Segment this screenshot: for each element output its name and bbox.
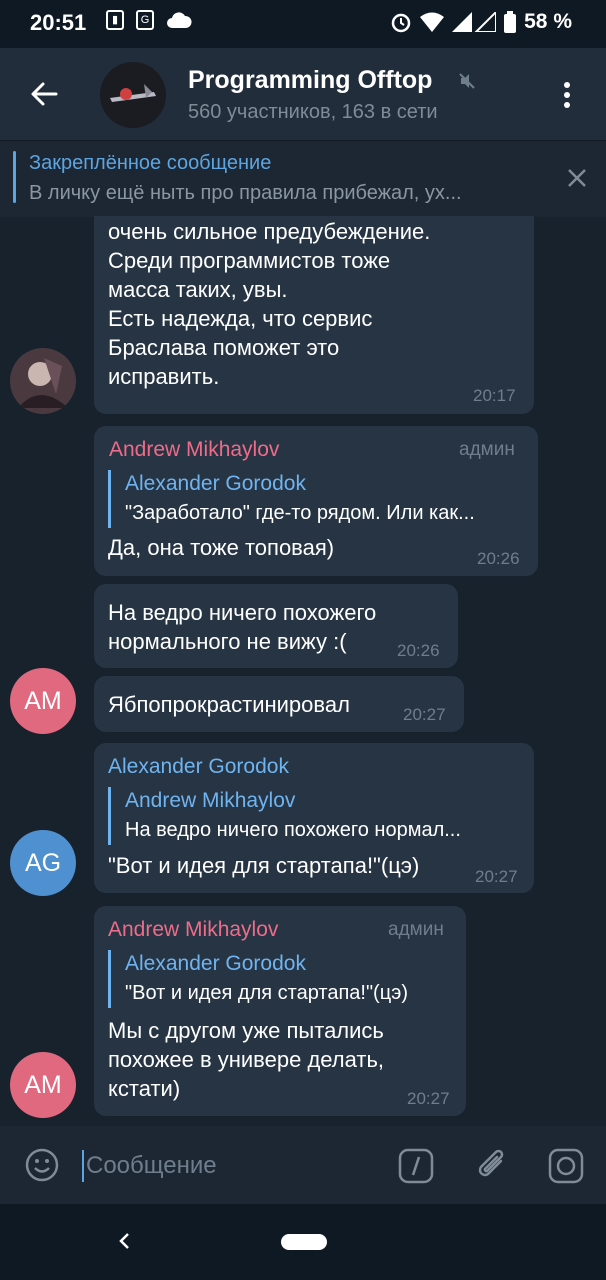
admin-badge: админ <box>459 439 515 460</box>
group-avatar[interactable] <box>100 62 166 128</box>
status-time: 20:51 <box>30 10 87 35</box>
message-bubble[interactable]: Andrew Mikhaylov админ Alexander Gorodok… <box>94 906 466 1116</box>
reply-text: "Заработало" где-то рядом. Или как... <box>125 502 475 524</box>
reply-name: Alexander Gorodok <box>125 952 306 975</box>
message-time: 20:26 <box>397 641 440 660</box>
pinned-message-bar[interactable]: Закреплённое сообщение В личку ещё ныть … <box>0 140 606 217</box>
status-right-icons: 58 % <box>390 10 572 34</box>
message-bubble[interactable]: Andrew Mikhaylov админ Alexander Gorodok… <box>94 426 538 576</box>
system-nav-bar <box>0 1204 606 1280</box>
mute-icon <box>459 73 475 89</box>
sender-name[interactable]: Andrew Mikhaylov <box>109 438 279 462</box>
message-bubble[interactable]: Ябпопрокрастинировал 20:27 <box>94 676 464 732</box>
message-time: 20:26 <box>477 549 520 568</box>
message-text: В обычных кругах "я вы сказал" очень сил… <box>108 219 431 389</box>
reply-preview[interactable]: Alexander Gorodok "Заработало" где-то ря… <box>108 470 475 528</box>
admin-badge: админ <box>388 919 444 940</box>
reply-name: Alexander Gorodok <box>125 472 306 495</box>
pinned-text: В личку ещё ныть про правила прибежал, у… <box>29 182 462 204</box>
cloud-icon <box>167 12 192 28</box>
message-text: Мы с другом уже пытались похожее в униве… <box>108 1018 385 1101</box>
alarm-icon <box>391 13 411 33</box>
message-text: На ведро ничего похожего нормального не … <box>108 600 377 654</box>
battery-icon <box>504 11 517 33</box>
message-time: 20:27 <box>403 705 446 724</box>
reply-name: Andrew Mikhaylov <box>125 789 296 812</box>
text-caret <box>82 1150 84 1182</box>
chat-area[interactable]: В обычных кругах "я вы сказал" очень сил… <box>0 216 606 1126</box>
more-vert-icon[interactable] <box>564 82 570 112</box>
message-bubble[interactable]: Alexander Gorodok Andrew Mikhaylov На ве… <box>94 743 534 893</box>
message-input-bar <box>0 1126 606 1204</box>
status-bar: 20:51 ▮ G 58 % <box>0 0 606 48</box>
avatar[interactable]: AG <box>10 830 76 896</box>
nav-back-icon[interactable] <box>114 1230 136 1252</box>
sim-icon: ▮ <box>106 10 124 30</box>
sender-name[interactable]: Andrew Mikhaylov <box>108 918 278 942</box>
battery-percent: 58 % <box>524 10 572 33</box>
back-arrow-icon[interactable] <box>28 78 60 110</box>
camera-icon[interactable] <box>548 1148 584 1184</box>
message-text: "Вот и идея для стартапа!"(цэ) <box>108 853 420 878</box>
reply-preview[interactable]: Alexander Gorodok "Вот и идея для старта… <box>108 950 408 1008</box>
pinned-title: Закреплённое сообщение <box>29 152 272 174</box>
message-time: 20:27 <box>475 867 518 886</box>
attach-icon[interactable] <box>474 1146 510 1184</box>
translate-icon: G <box>136 10 154 30</box>
group-title[interactable]: Programming Offtop <box>188 66 432 95</box>
reply-preview[interactable]: Andrew Mikhaylov На ведро ничего похожег… <box>108 787 461 845</box>
message-time: 20:27 <box>407 1089 450 1108</box>
avatar[interactable]: AM <box>10 1052 76 1118</box>
avatar[interactable] <box>10 348 76 414</box>
group-subtitle: 560 участников, 163 в сети <box>188 101 438 123</box>
pinned-accent-line <box>13 151 16 203</box>
emoji-icon[interactable] <box>25 1148 59 1182</box>
reply-text: "Вот и идея для стартапа!"(цэ) <box>125 982 409 1004</box>
wifi-icon <box>420 12 445 32</box>
signal-icon <box>452 12 497 32</box>
message-bubble[interactable]: На ведро ничего похожего нормального не … <box>94 584 458 668</box>
reply-text: На ведро ничего похожего нормал... <box>125 819 461 841</box>
chat-header: Programming Offtop 560 участников, 163 в… <box>0 48 606 140</box>
message-input[interactable] <box>86 1148 376 1184</box>
home-pill[interactable] <box>281 1234 327 1250</box>
sender-name[interactable]: Alexander Gorodok <box>108 755 289 779</box>
bot-command-icon[interactable] <box>398 1148 434 1184</box>
avatar[interactable]: AM <box>10 668 76 734</box>
close-icon[interactable] <box>566 167 588 189</box>
message-time: 20:17 <box>473 386 516 405</box>
status-left-icons: ▮ G <box>106 10 192 30</box>
message-text: Да, она тоже топовая) <box>108 535 335 560</box>
message-bubble[interactable]: В обычных кругах "я вы сказал" очень сил… <box>94 216 534 414</box>
message-text: Ябпопрокрастинировал <box>108 692 350 717</box>
